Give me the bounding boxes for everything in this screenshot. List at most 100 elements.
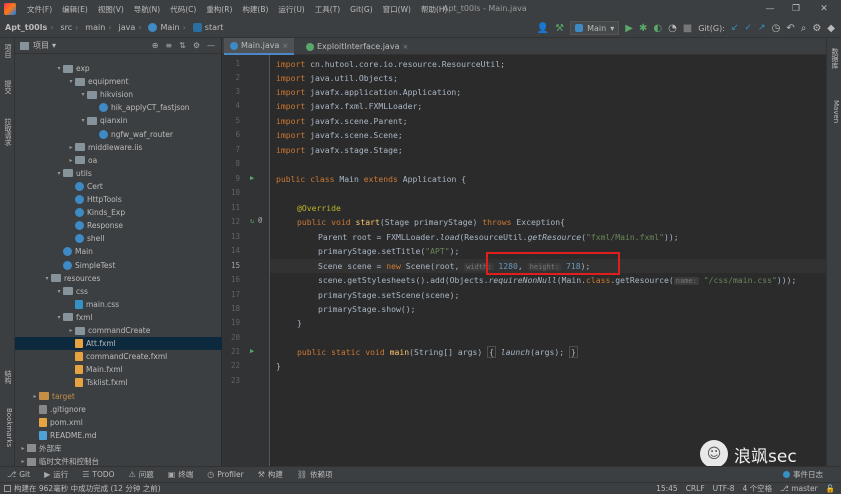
- tree-item[interactable]: ▾ exp: [15, 62, 222, 75]
- tree-item[interactable]: ▾ fxml: [15, 311, 222, 324]
- close-tab-icon[interactable]: ×: [282, 42, 288, 50]
- tree-item[interactable]: ▾ resources: [15, 272, 222, 285]
- tree-item[interactable]: ▸ oa: [15, 154, 222, 167]
- coverage-icon[interactable]: ◐: [653, 23, 662, 34]
- expand-arrow-icon[interactable]: ▸: [67, 327, 75, 334]
- tree-item[interactable]: Response: [15, 219, 222, 232]
- run-gutter-icon[interactable]: ▶: [250, 347, 254, 355]
- menu-refactor[interactable]: 重构(R): [201, 4, 237, 15]
- menu-window[interactable]: 窗口(W): [378, 4, 416, 15]
- tool-tab[interactable]: ⛓ 依赖项: [290, 469, 340, 480]
- breadcrumb-method-start[interactable]: start: [188, 23, 226, 32]
- stripe-database-tab[interactable]: 数据库: [829, 48, 840, 69]
- tree-item[interactable]: Main: [15, 245, 222, 258]
- expand-arrow-icon[interactable]: ▸: [19, 458, 27, 465]
- event-log-button[interactable]: 事件日志: [783, 469, 841, 480]
- tool-tab[interactable]: ⚒ 构建: [251, 469, 290, 480]
- tree-item[interactable]: pom.xml: [15, 416, 222, 429]
- caret-position[interactable]: 15:45: [656, 484, 678, 493]
- expand-all-icon[interactable]: ⇅: [179, 41, 186, 50]
- tool-tab[interactable]: ⚠ 问题: [122, 469, 161, 480]
- menu-file[interactable]: 文件(F): [22, 4, 57, 15]
- stripe-structure-tab[interactable]: 结构: [2, 370, 13, 384]
- tree-item[interactable]: ngfw_waf_router: [15, 128, 222, 141]
- menu-code[interactable]: 代码(C): [165, 4, 201, 15]
- tool-tab[interactable]: ◷ Profiler: [200, 469, 250, 480]
- expand-arrow-icon[interactable]: ▸: [67, 144, 75, 151]
- collapse-all-icon[interactable]: ≡: [165, 41, 172, 50]
- expand-arrow-icon[interactable]: ▾: [55, 170, 63, 177]
- tree-item[interactable]: ▾ qianxin: [15, 114, 222, 127]
- run-configuration-select[interactable]: Main ▾: [570, 21, 620, 35]
- menu-view[interactable]: 视图(V): [93, 4, 129, 15]
- search-icon[interactable]: ⌕: [801, 23, 807, 34]
- tree-item[interactable]: Cert: [15, 180, 222, 193]
- breadcrumb-project[interactable]: Apt_t00ls ›: [0, 23, 55, 32]
- annotation-gutter-icon[interactable]: @: [258, 216, 262, 224]
- tree-item[interactable]: HttpTools: [15, 193, 222, 206]
- tree-item[interactable]: .gitignore: [15, 403, 222, 416]
- chevron-down-icon[interactable]: ▾: [52, 41, 56, 50]
- tool-tab[interactable]: ▶ 运行: [37, 469, 75, 480]
- tool-tab[interactable]: ⎇ Git: [0, 469, 37, 480]
- settings-icon[interactable]: ⚙: [193, 41, 200, 50]
- close-button[interactable]: ✕: [816, 2, 832, 16]
- stripe-maven-tab[interactable]: Maven: [829, 100, 840, 123]
- git-branch[interactable]: ⎇ master: [780, 484, 817, 493]
- tree-item[interactable]: Tsklist.fxml: [15, 376, 222, 389]
- stripe-bookmarks-tab[interactable]: Bookmarks: [2, 408, 13, 447]
- override-gutter-icon[interactable]: ↻: [250, 217, 254, 225]
- expand-arrow-icon[interactable]: ▾: [55, 314, 63, 321]
- tree-item[interactable]: SimpleTest: [15, 259, 222, 272]
- tree-item[interactable]: Main.fxml: [15, 363, 222, 376]
- maximize-button[interactable]: ❐: [788, 2, 804, 16]
- stop-icon[interactable]: ■: [683, 23, 692, 34]
- lock-icon[interactable]: 🔓: [826, 484, 835, 493]
- git-push-icon[interactable]: ↗: [758, 23, 766, 33]
- git-update-icon[interactable]: ↙: [731, 23, 739, 33]
- tree-item[interactable]: ▾ utils: [15, 167, 222, 180]
- minimize-button[interactable]: —: [762, 2, 778, 16]
- profile-icon[interactable]: ◔: [668, 23, 677, 34]
- expand-arrow-icon[interactable]: ▾: [67, 78, 75, 85]
- expand-arrow-icon[interactable]: ▾: [79, 117, 87, 124]
- tree-item[interactable]: Att.fxml: [15, 337, 222, 351]
- expand-arrow-icon[interactable]: ▾: [79, 91, 87, 98]
- tree-item[interactable]: ▾ equipment: [15, 75, 222, 88]
- stripe-commit-tab[interactable]: 提交: [2, 80, 13, 94]
- code-editor[interactable]: 1 2 3 4 5 6 7 8 9 10 11 12 13 14 15 16 17 18 19 20 21 22 23 ▶ ↻ ▶…: [222, 55, 826, 466]
- tree-item[interactable]: ▸ target: [15, 390, 222, 403]
- expand-arrow-icon[interactable]: ▸: [19, 445, 27, 452]
- expand-arrow-icon[interactable]: ▸: [67, 157, 75, 164]
- rollback-icon[interactable]: ↶: [786, 23, 794, 34]
- file-encoding[interactable]: UTF-8: [713, 484, 735, 493]
- editor-tab-exploit-interface[interactable]: ExploitInterface.java ×: [300, 38, 414, 55]
- stripe-pull-requests-tab[interactable]: 拉取请求: [2, 118, 13, 146]
- build-hammer-icon[interactable]: ⚒: [555, 23, 564, 34]
- add-icon[interactable]: ⊕: [152, 41, 159, 50]
- breadcrumb-main[interactable]: main ›: [80, 23, 113, 32]
- expand-arrow-icon[interactable]: ▾: [55, 65, 63, 72]
- stripe-project-tab[interactable]: 项目: [2, 44, 13, 58]
- breadcrumb-java[interactable]: java ›: [114, 23, 144, 32]
- breadcrumb-src[interactable]: src ›: [55, 23, 80, 32]
- tree-item[interactable]: ▾ css: [15, 285, 222, 298]
- tool-tab[interactable]: ▣ 终端: [161, 469, 201, 480]
- run-gutter-icon[interactable]: ▶: [250, 174, 254, 182]
- tree-item[interactable]: ▾ hikvision: [15, 88, 222, 101]
- tree-item[interactable]: Kinds_Exp: [15, 206, 222, 219]
- plugin-icon[interactable]: ◆: [827, 23, 835, 34]
- settings-icon[interactable]: ⚙: [812, 23, 821, 34]
- tree-item[interactable]: shell: [15, 232, 222, 245]
- debug-icon[interactable]: ✱: [639, 23, 647, 34]
- line-separator[interactable]: CRLF: [686, 484, 705, 493]
- menu-git[interactable]: Git(G): [345, 5, 378, 14]
- tree-item[interactable]: hik_applyCT_fastjson: [15, 101, 222, 114]
- tool-tab[interactable]: ☰ TODO: [75, 469, 121, 480]
- indent-setting[interactable]: 4 个空格: [743, 483, 773, 494]
- expand-arrow-icon[interactable]: ▸: [31, 393, 39, 400]
- tree-item[interactable]: commandCreate.fxml: [15, 350, 222, 363]
- editor-tab-main-java[interactable]: Main.java ×: [224, 38, 295, 55]
- tree-item[interactable]: ▸ middleware.iis: [15, 141, 222, 154]
- expand-arrow-icon[interactable]: ▾: [43, 275, 51, 282]
